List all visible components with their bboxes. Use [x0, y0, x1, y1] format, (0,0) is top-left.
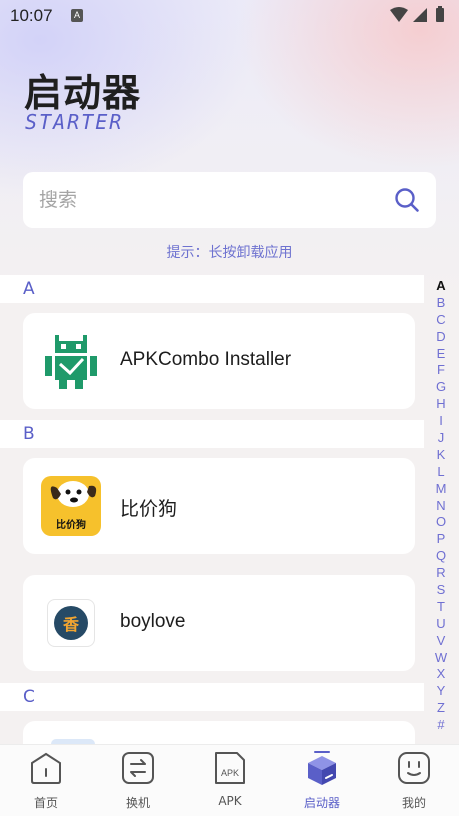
battery-icon	[436, 8, 444, 22]
boylove-logo-text: 香	[62, 615, 79, 634]
nav-profile[interactable]: 我的	[368, 745, 459, 816]
index-letter-j[interactable]: J	[433, 430, 449, 447]
app-name: boylove	[120, 611, 186, 632]
dog-logo-text: 比价狗	[56, 520, 86, 531]
index-letter-d[interactable]: D	[433, 329, 449, 346]
index-letter-s[interactable]: S	[433, 582, 449, 599]
nav-label: 启动器	[303, 796, 340, 810]
nav-label: 换机	[125, 796, 150, 810]
index-letter-hash[interactable]: #	[433, 717, 449, 734]
index-letter-b[interactable]: B	[433, 295, 449, 312]
apk-icon-text: APK	[221, 768, 239, 778]
dog-logo-icon: 比价狗	[41, 476, 101, 536]
status-time: 10:07	[10, 6, 53, 25]
index-letter-h[interactable]: H	[433, 396, 449, 413]
status-icons	[390, 6, 444, 22]
page-title: 启动器	[24, 71, 142, 115]
boylove-icon: 香	[47, 599, 95, 647]
notification-icon: A	[71, 9, 83, 22]
app-item-boylove[interactable]: 香 boylove	[23, 575, 415, 671]
nav-label: 首页	[33, 796, 58, 810]
transfer-icon	[122, 752, 154, 784]
profile-face-icon	[398, 752, 430, 784]
nav-label: 我的	[401, 796, 426, 810]
app-item-partial[interactable]	[23, 721, 415, 745]
index-letter-e[interactable]: E	[433, 346, 449, 363]
index-letter-q[interactable]: Q	[433, 548, 449, 565]
index-letter-o[interactable]: O	[433, 514, 449, 531]
index-letter-z[interactable]: Z	[433, 700, 449, 717]
uninstall-hint: 提示：长按卸载应用	[166, 245, 293, 261]
index-letter-n[interactable]: N	[433, 498, 449, 515]
index-letter-w[interactable]: W	[433, 650, 449, 667]
index-letter-y[interactable]: Y	[433, 683, 449, 700]
index-letter-u[interactable]: U	[433, 616, 449, 633]
app-name: 比价狗	[120, 499, 178, 520]
index-letter-a[interactable]: A	[433, 278, 449, 295]
nav-home[interactable]: 首页	[0, 745, 92, 816]
index-letter-g[interactable]: G	[433, 379, 449, 396]
nav-label: APK	[218, 794, 242, 808]
index-letter-v[interactable]: V	[433, 633, 449, 650]
search-icon[interactable]	[394, 187, 420, 213]
index-letter-p[interactable]: P	[433, 531, 449, 548]
section-header-a: A	[0, 275, 424, 303]
app-name: APKCombo Installer	[120, 349, 292, 370]
nav-launcher[interactable]: 启动器	[276, 745, 368, 816]
launcher-cube-icon	[308, 751, 336, 785]
nav-apk[interactable]: APK APK	[184, 745, 276, 816]
search-input[interactable]	[39, 182, 369, 218]
index-letter-c[interactable]: C	[433, 312, 449, 329]
index-letter-m[interactable]: M	[433, 481, 449, 498]
index-letter-i[interactable]: I	[433, 413, 449, 430]
app-item-bijiagou[interactable]: 比价狗 比价狗	[23, 458, 415, 554]
android-robot-icon	[45, 335, 97, 389]
apk-file-icon: APK	[215, 752, 245, 784]
app-list[interactable]: A APKCombo Installer B 比价狗 比价狗 香 boylove…	[0, 275, 459, 745]
section-header-c: C	[0, 683, 424, 711]
section-header-b: B	[0, 420, 424, 448]
index-letter-r[interactable]: R	[433, 565, 449, 582]
index-letter-t[interactable]: T	[433, 599, 449, 616]
index-letter-x[interactable]: X	[433, 666, 449, 683]
app-item-apkcombo[interactable]: APKCombo Installer	[23, 313, 415, 409]
signal-icon	[413, 8, 427, 22]
page-subtitle: STARTER	[25, 110, 124, 134]
wifi-icon	[390, 7, 408, 22]
index-letter-k[interactable]: K	[433, 447, 449, 464]
home-icon	[31, 752, 61, 784]
index-letter-f[interactable]: F	[433, 362, 449, 379]
nav-transfer[interactable]: 换机	[92, 745, 184, 816]
search-bar[interactable]	[23, 172, 436, 228]
status-bar: 10:07 A	[0, 0, 459, 32]
bottom-nav: 首页 换机 APK APK 启动器 我的	[0, 744, 459, 816]
index-letter-l[interactable]: L	[433, 464, 449, 481]
alphabet-index[interactable]: A B C D E F G H I J K L M N O P Q R S T …	[433, 278, 449, 734]
